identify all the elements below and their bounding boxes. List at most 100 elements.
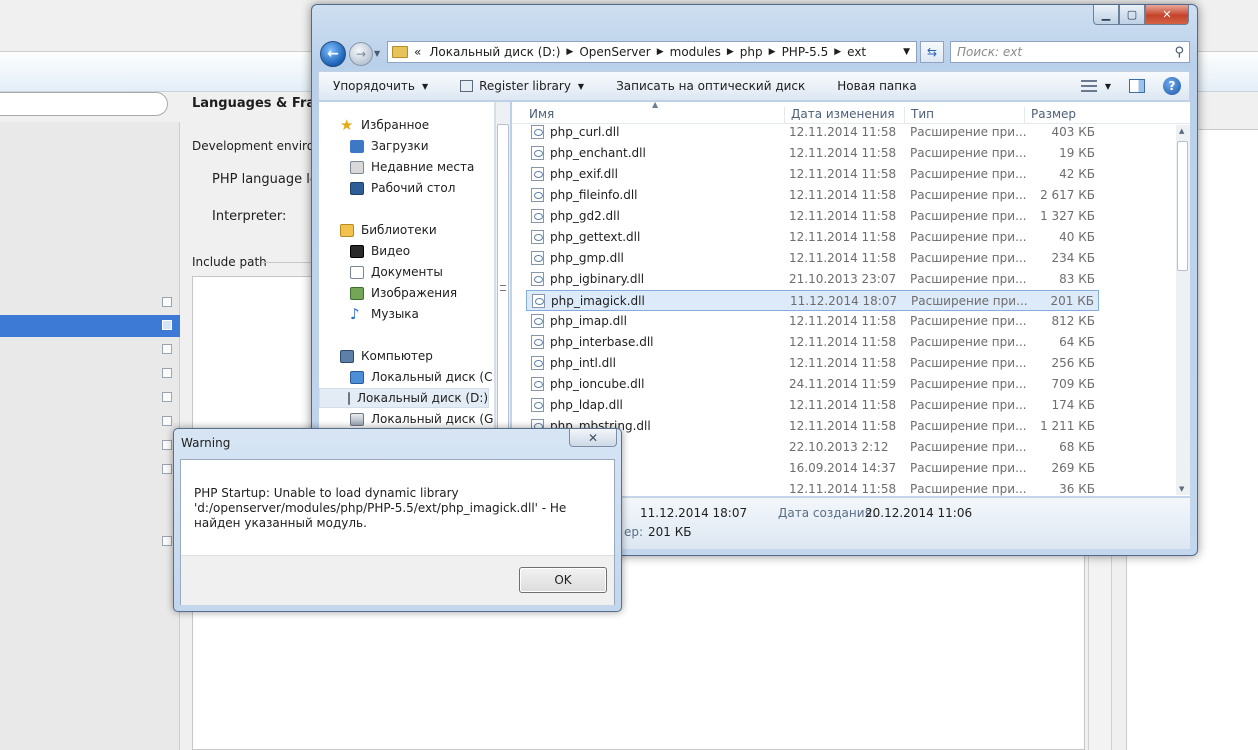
refresh-button[interactable]: ⇆	[920, 41, 944, 63]
breadcrumb-drive[interactable]: Локальный диск (D:) ▶	[429, 45, 579, 59]
breadcrumb-overflow[interactable]: «	[414, 45, 421, 59]
nav-libraries[interactable]: Библиотеки	[340, 220, 437, 240]
nav-drive-d[interactable]: Локальный диск (D:)	[319, 388, 489, 408]
scrollbar-thumb[interactable]	[1177, 141, 1188, 271]
scroll-up-icon[interactable]: ▲	[1179, 127, 1184, 135]
nav-drive-c[interactable]: Локальный диск (C:)	[350, 367, 494, 387]
nav-label: Компьютер	[361, 349, 433, 363]
nav-label: Избранное	[361, 118, 430, 132]
file-name: php_gd2.dll	[550, 209, 620, 223]
column-size[interactable]: Размер	[1024, 107, 1076, 123]
tree-row[interactable]	[0, 363, 180, 385]
column-modified[interactable]: Дата изменения	[784, 107, 895, 123]
tree-row[interactable]	[0, 459, 180, 481]
column-type[interactable]: Тип	[904, 107, 934, 123]
chevron-right-icon[interactable]: ▶	[769, 47, 776, 57]
grip-icon	[500, 285, 506, 291]
new-folder-button[interactable]: Новая папка	[821, 71, 932, 101]
file-name: php_fileinfo.dll	[550, 188, 638, 202]
file-row[interactable]: php_interbase.dll 12.11.2014 11:58 Расшире…	[526, 332, 1099, 353]
file-row[interactable]: php_imap.dll 12.11.2014 11:58 Расширение п…	[526, 311, 1099, 332]
nav-computer[interactable]: Компьютер	[340, 346, 433, 366]
chevron-right-icon[interactable]: ▶	[566, 47, 573, 57]
tree-row[interactable]	[0, 292, 180, 314]
tree-row[interactable]	[0, 531, 180, 553]
nav-recent[interactable]: Недавние места	[350, 157, 474, 177]
chevron-right-icon[interactable]: ▶	[834, 47, 841, 57]
breadcrumb-php55[interactable]: PHP-5.5 ▶	[782, 45, 848, 59]
dll-file-icon	[531, 335, 544, 349]
refresh-icon: ⇆	[926, 45, 938, 59]
file-row[interactable]: php_fileinfo.dll 12.11.2014 11:58 Расширен…	[526, 185, 1099, 206]
back-button[interactable]: ←	[320, 41, 346, 67]
column-name[interactable]: Имя	[523, 107, 554, 123]
folder-icon	[392, 46, 408, 58]
tree-row[interactable]	[0, 339, 180, 361]
nav-favorites[interactable]: ★ Избранное	[340, 115, 429, 135]
forward-button[interactable]: →	[349, 42, 373, 66]
file-date: 11.12.2014 18:07	[790, 294, 898, 308]
file-row[interactable]: php_enchant.dll 12.11.2014 11:58 Расширени…	[526, 143, 1099, 164]
file-date: 12.11.2014 11:58	[789, 482, 897, 496]
register-library-button[interactable]: Register library ▼	[444, 71, 600, 101]
address-dropdown-icon[interactable]: ▼	[903, 47, 910, 57]
chevron-right-icon[interactable]: ▶	[657, 47, 664, 57]
tree-row[interactable]	[0, 435, 180, 457]
history-dropdown-icon[interactable]: ▼	[374, 49, 380, 58]
tree-row[interactable]	[0, 387, 180, 409]
file-row[interactable]: php_igbinary.dll 21.10.2013 23:07 Расширен…	[526, 269, 1099, 290]
minimize-button[interactable]: ▁	[1093, 5, 1119, 25]
file-row[interactable]: php_exif.dll 12.11.2014 11:58 Расширение п…	[526, 164, 1099, 185]
nav-images[interactable]: Изображения	[350, 283, 457, 303]
register-library-label: Register library	[479, 79, 571, 93]
drive-icon	[350, 412, 364, 426]
file-name: php_gettext.dll	[550, 230, 641, 244]
help-icon[interactable]: ?	[1163, 77, 1181, 95]
nav-video[interactable]: Видео	[350, 241, 410, 261]
tree-row-selected[interactable]	[0, 315, 180, 337]
address-bar[interactable]: « Локальный диск (D:) ▶ OpenServer ▶ modul…	[387, 41, 917, 63]
file-size: 68 КБ	[1059, 440, 1095, 454]
breadcrumb-openserver[interactable]: OpenServer ▶	[579, 45, 669, 59]
include-path-scrollbar[interactable]	[1088, 556, 1112, 750]
nav-downloads[interactable]: Загрузки	[350, 136, 429, 156]
file-row[interactable]: php_ioncube.dll 24.11.2014 11:59 Расширени…	[526, 374, 1099, 395]
scroll-down-icon[interactable]: ▼	[1179, 485, 1184, 493]
tree-row[interactable]	[0, 411, 180, 433]
nav-drive-g[interactable]: Локальный диск (G:)	[350, 409, 494, 429]
close-button[interactable]: ✕	[1145, 5, 1189, 25]
music-icon: ♪	[350, 304, 360, 323]
file-row-selected[interactable]: php_imagick.dll 11.12.2014 18:07 Расширени…	[526, 290, 1099, 311]
nav-music[interactable]: ♪ Музыка	[350, 304, 419, 324]
burn-button[interactable]: Записать на оптический диск	[600, 71, 821, 101]
breadcrumb-modules[interactable]: modules ▶	[670, 45, 740, 59]
file-row[interactable]: php_intl.dll 12.11.2014 11:58 Расширение п…	[526, 353, 1099, 374]
created-label: Дата создания:	[778, 506, 876, 520]
file-row[interactable]: php_curl.dll 12.11.2014 11:58 Расширение п…	[526, 122, 1099, 143]
crumb-label: modules	[669, 45, 721, 59]
file-row[interactable]: php_ldap.dll 12.11.2014 11:58 Расширение п…	[526, 395, 1099, 416]
file-list-scrollbar[interactable]: ▲ ▼	[1176, 125, 1190, 495]
size-label: ер:	[624, 525, 644, 539]
chevron-down-icon[interactable]: ▼	[1105, 82, 1111, 91]
file-row[interactable]: php_gmp.dll 12.11.2014 11:58 Расширение пр…	[526, 248, 1099, 269]
ide-search-input[interactable]	[0, 92, 168, 116]
nav-label: Изображения	[371, 286, 458, 300]
file-row[interactable]: php_gd2.dll 12.11.2014 11:58 Расширение пр…	[526, 206, 1099, 227]
dll-file-icon	[531, 251, 544, 265]
nav-documents[interactable]: Документы	[350, 262, 443, 282]
organize-button[interactable]: Упорядочить ▼	[319, 71, 444, 101]
search-input[interactable]: Поиск: ext ⚲	[950, 41, 1190, 63]
ok-button[interactable]: OK	[519, 567, 607, 593]
view-mode-icon[interactable]	[1080, 80, 1097, 92]
breadcrumb-php[interactable]: php ▶	[740, 45, 782, 59]
nav-desktop[interactable]: Рабочий стол	[350, 178, 455, 198]
file-name: php_imagick.dll	[551, 294, 645, 308]
file-name: php_intl.dll	[550, 356, 616, 370]
breadcrumb-ext[interactable]: ext	[847, 45, 866, 59]
chevron-right-icon[interactable]: ▶	[727, 47, 734, 57]
maximize-button[interactable]: ▢	[1119, 5, 1145, 25]
preview-pane-icon[interactable]	[1129, 79, 1145, 93]
file-row[interactable]: php_gettext.dll 12.11.2014 11:58 Расширени…	[526, 227, 1099, 248]
dialog-close-button[interactable]: ✕	[569, 429, 617, 447]
